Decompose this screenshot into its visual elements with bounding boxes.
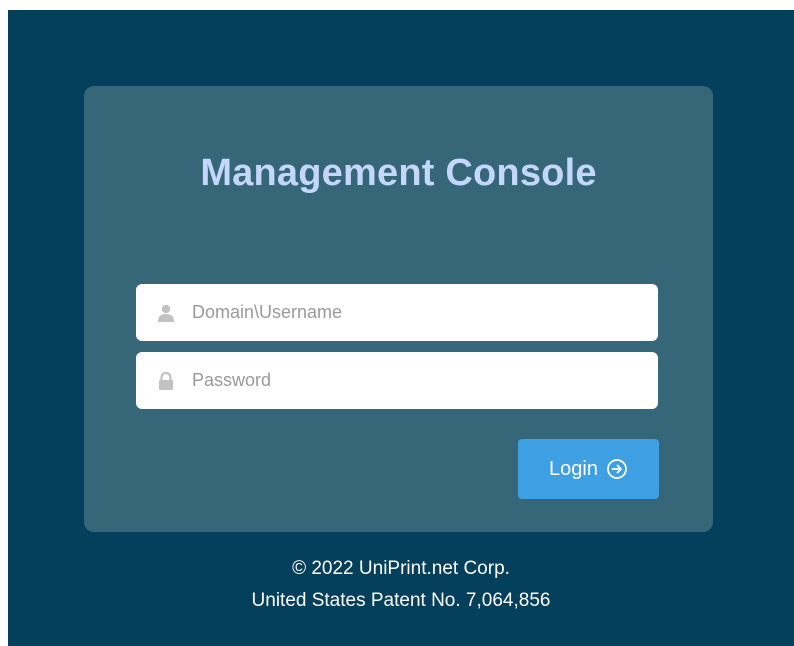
login-card: Management Console Login xyxy=(84,86,713,532)
password-field[interactable] xyxy=(136,352,658,409)
copyright-text: © 2022 UniPrint.net Corp. xyxy=(292,558,510,579)
login-button[interactable]: Login xyxy=(518,439,659,499)
user-icon xyxy=(158,304,174,322)
patent-text: United States Patent No. 7,064,856 xyxy=(251,590,551,611)
password-input[interactable] xyxy=(192,352,642,409)
arrow-right-circle-icon xyxy=(607,459,627,479)
username-input[interactable] xyxy=(192,284,642,341)
login-button-label: Login xyxy=(549,457,598,480)
page-background: Management Console Login © 2022 UniPrint… xyxy=(8,10,794,646)
lock-icon xyxy=(159,371,173,390)
username-field[interactable] xyxy=(136,284,658,341)
page-title: Management Console xyxy=(200,152,597,194)
